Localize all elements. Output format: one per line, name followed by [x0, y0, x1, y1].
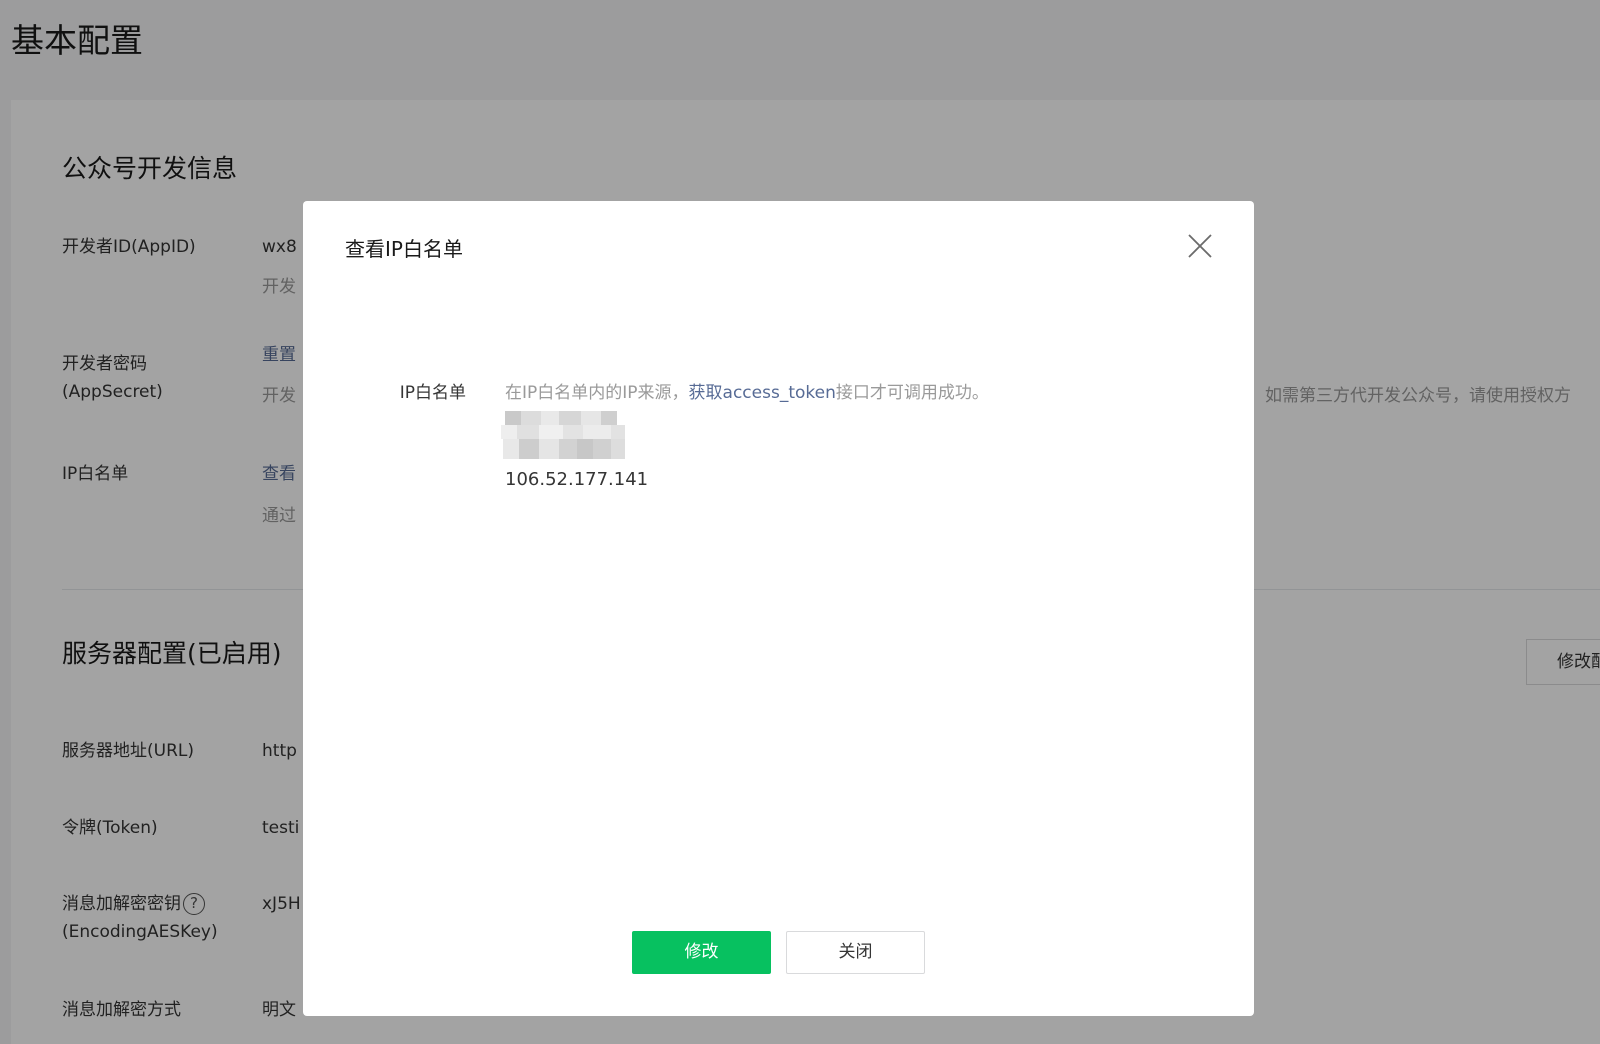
close-icon[interactable] — [1185, 231, 1215, 261]
modify-button[interactable]: 修改 — [632, 931, 771, 974]
close-button[interactable]: 关闭 — [786, 931, 925, 974]
desc-suffix: 接口才可调用成功。 — [835, 383, 989, 403]
ip-entry: 106.52.177.141 — [505, 469, 649, 490]
ip-whitelist-description: 在IP白名单内的IP来源，获取access_token接口才可调用成功。 — [505, 378, 989, 403]
ip-whitelist-dialog: 查看IP白名单 IP白名单 在IP白名单内的IP来源，获取access_toke… — [303, 201, 1254, 1016]
access-token-link[interactable]: 获取access_token — [689, 383, 836, 403]
redacted-ip-image — [499, 409, 629, 463]
ip-whitelist-form-label: IP白名单 — [399, 383, 466, 403]
desc-prefix: 在IP白名单内的IP来源， — [505, 383, 689, 403]
dialog-title: 查看IP白名单 — [345, 237, 463, 261]
